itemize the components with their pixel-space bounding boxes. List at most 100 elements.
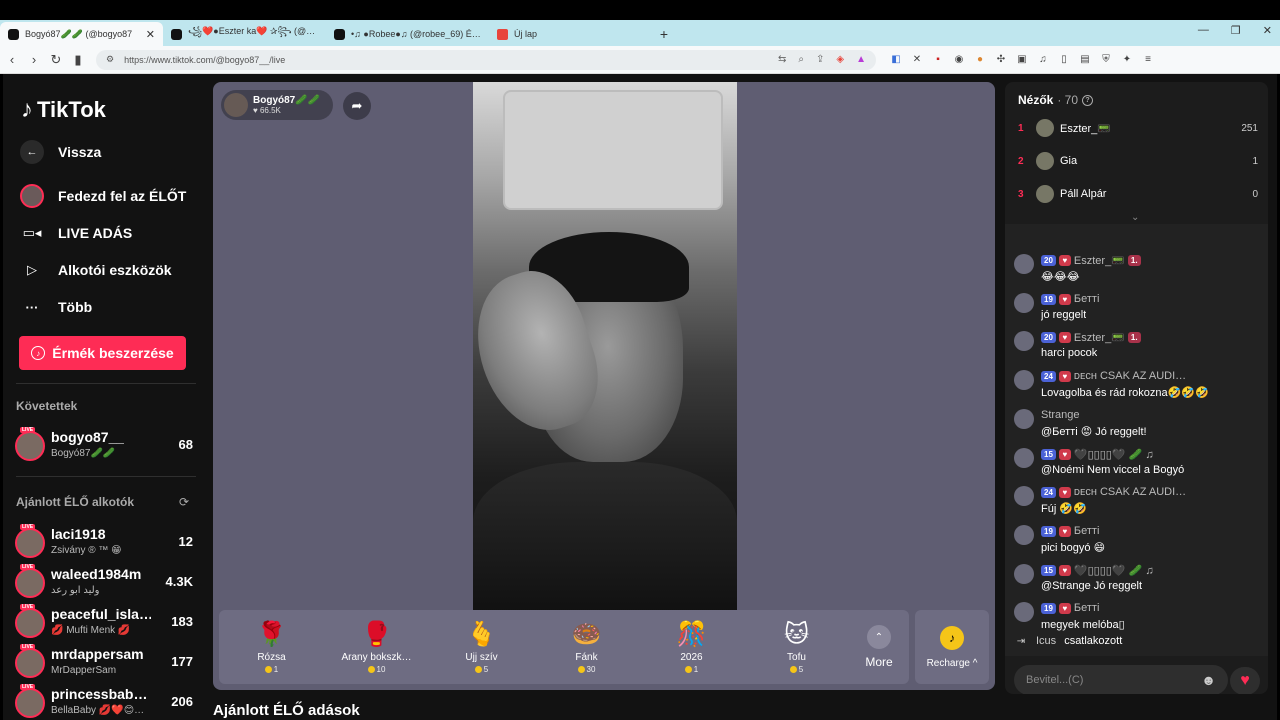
minimize-icon[interactable]: — [1198,24,1209,37]
avatar [1014,486,1034,506]
live-video[interactable] [473,82,737,610]
gift-item[interactable]: 🍩 Fánk 30 [534,610,639,684]
coin-icon [474,666,482,673]
zoom-icon[interactable]: ⌕ [798,54,804,65]
chat-list: 20 ♥ Eszter_📟 1. 😂😂😂 19 ♥ Бетті jó reggelt 20… [1005,224,1268,656]
right-panel: Nézők · 70 ? 1 Eszter_📟 251 2 Gia 1 3 Pá… [1005,82,1268,694]
coin-icon [577,666,585,673]
viewer-row[interactable]: 2 Gia 1 [1018,150,1258,172]
forward-icon[interactable]: › [24,52,44,67]
viewer-row[interactable]: 3 Páll Alpár 0 [1018,183,1258,205]
browser-tab[interactable]: Új lap [489,22,652,46]
help-icon[interactable]: ? [1082,94,1094,106]
browser-tab[interactable]: Bogyó87🥒🥒 (@bogyo87 ✕ [0,22,163,46]
like-button[interactable]: ♥ [1230,667,1260,694]
brave-shields-icon[interactable]: ◈ [836,54,844,65]
leo-icon[interactable]: ✦ [1121,54,1133,66]
live-badge: LIVE [20,427,36,433]
extension-icon[interactable]: ▪ [932,54,944,66]
live-badge: LIVE [20,684,36,690]
fan-badge-icon: ♥ [1058,525,1071,537]
site-settings-icon[interactable]: ⚙ [106,54,114,65]
avatar [1014,254,1034,274]
level-badge: 24 [1041,370,1056,382]
more-button[interactable]: ··· Több [20,295,93,319]
expand-chevron-icon[interactable]: ⌄ [1131,212,1139,223]
level-badge: 20 [1041,332,1056,343]
menu-icon[interactable]: ≡ [1142,54,1154,66]
recommended-account[interactable]: LIVE waleed1984m وليد ابو رعد 4.3K [15,564,193,600]
refresh-icon[interactable]: ⟳ [179,495,189,509]
new-year-gift-icon: 🎊 [676,621,707,648]
tiktok-logo[interactable]: ♪ TikTok [21,96,106,124]
back-icon[interactable]: ‹ [2,52,22,67]
avatar [15,648,45,678]
extension-icon[interactable]: ✕ [911,54,923,66]
viewer-row[interactable]: 1 Eszter_📟 251 [1018,117,1258,139]
fan-badge-icon: ♥ [1058,293,1071,305]
url-input[interactable]: ⚙ https://www.tiktok.com/@bogyo87__/live… [96,49,876,70]
share-button[interactable]: ➦ [343,92,371,120]
extension-icon[interactable]: ◧ [890,54,902,66]
recommended-account[interactable]: LIVE mrdappersam MrDapperSam 177 [15,644,193,680]
chat-input[interactable]: Bevitel...(C) ☻ [1014,665,1228,694]
extension-icon[interactable]: ● [974,54,986,66]
gift-item[interactable]: 🥊 Arany bokszk… 10 [324,610,429,684]
sidebar-icon[interactable]: ▯ [1058,54,1070,66]
live-badge: LIVE [20,604,36,610]
back-button[interactable]: ← Vissza [20,140,101,164]
host-info[interactable]: Bogyó87🥒🥒 ♥ 66.5K [221,90,333,120]
fan-badge-icon: ♥ [1058,255,1071,266]
address-bar: ‹ › ↻ ▮ ⚙ https://www.tiktok.com/@bogyo8… [0,46,1280,74]
new-tab-button[interactable]: + [652,22,676,46]
following-account[interactable]: LIVE bogyo87__ Bogyó87🥒🥒 68 [15,427,193,463]
tiktok-page: ♪ TikTok ← Vissza Fedezd fel az ÉLŐT ▭◂ … [3,74,1277,720]
restore-icon[interactable]: ❐ [1231,24,1241,37]
avatar [1036,119,1054,137]
emoji-icon[interactable]: ☻ [1201,672,1216,688]
wallet-icon[interactable]: ▤ [1079,54,1091,66]
gift-item[interactable]: 🎊 2026 1 [639,610,744,684]
following-title: Követettek [16,399,78,413]
recommended-account[interactable]: LIVE laci1918 Zsivány ® ™ 😁 12 [15,524,193,560]
tiktok-icon [8,28,19,40]
go-live-button[interactable]: ▭◂ LIVE ADÁS [20,221,133,245]
puzzle-icon[interactable]: ✣ [995,54,1007,66]
brave-rewards-icon[interactable]: ▲ [856,54,866,65]
avatar [1014,409,1034,429]
translate-icon[interactable]: ⇆ [778,54,786,65]
creator-tools-button[interactable]: ▷ Alkotói eszközök [20,258,172,282]
level-badge: 19 [1041,293,1056,305]
music-icon[interactable]: ♫ [1037,54,1049,66]
divider [16,383,196,384]
get-coins-button[interactable]: ♪ Érmék beszerzése [19,336,186,370]
close-window-icon[interactable]: ✕ [1263,24,1272,37]
gift-item[interactable]: 🫰 Ujj szív 5 [429,610,534,684]
more-gifts-button[interactable]: ⌃ More [849,610,909,684]
bookmark-icon[interactable]: ▮ [68,52,88,68]
explore-live-button[interactable]: Fedezd fel az ÉLŐT [20,184,186,208]
browser-tab[interactable]: ꧁❤️●Eszter ka❤️ ✰꧂ (@eurekaeur [163,22,326,46]
close-tab-icon[interactable]: ✕ [146,28,155,41]
vpn-icon[interactable]: ⛨ [1100,54,1112,66]
rose-gift-icon: 🌹 [256,621,287,648]
extensions-bar: ◧ ✕ ▪ ◉ ● ✣ ▣ ♫ ▯ ▤ ⛨ ✦ ≡ [890,54,1154,66]
gift-item[interactable]: 🌹 Rózsa 1 [219,610,324,684]
more-dots-icon: ··· [25,299,39,315]
reload-icon[interactable]: ↻ [46,52,66,68]
recharge-button[interactable]: ♪ Recharge ^ [915,610,989,684]
share-icon[interactable]: ⇪ [816,54,824,65]
explore-live-avatar-icon [20,184,44,208]
donut-gift-icon: 🍩 [571,621,602,648]
level-badge: 19 [1041,525,1056,537]
extension-icon[interactable]: ◉ [953,54,965,66]
extension-icon[interactable]: ▣ [1016,54,1028,66]
finger-heart-gift-icon: 🫰 [466,621,497,648]
recommended-account[interactable]: LIVE peaceful_isla… 💋 Mufti Menk 💋 183 [15,604,193,640]
browser-tab[interactable]: •♫ ●Robee●♫ (@robee_69) ÉLŐ a [326,22,489,46]
avatar [1014,525,1034,545]
gift-item[interactable]: 🐱 Tofu 5 [744,610,849,684]
creator-tools-icon: ▷ [27,262,37,277]
avatar [1014,331,1034,351]
recommended-account[interactable]: LIVE princessbab… BellaBaby 💋❤️😊… 206 [15,684,193,720]
